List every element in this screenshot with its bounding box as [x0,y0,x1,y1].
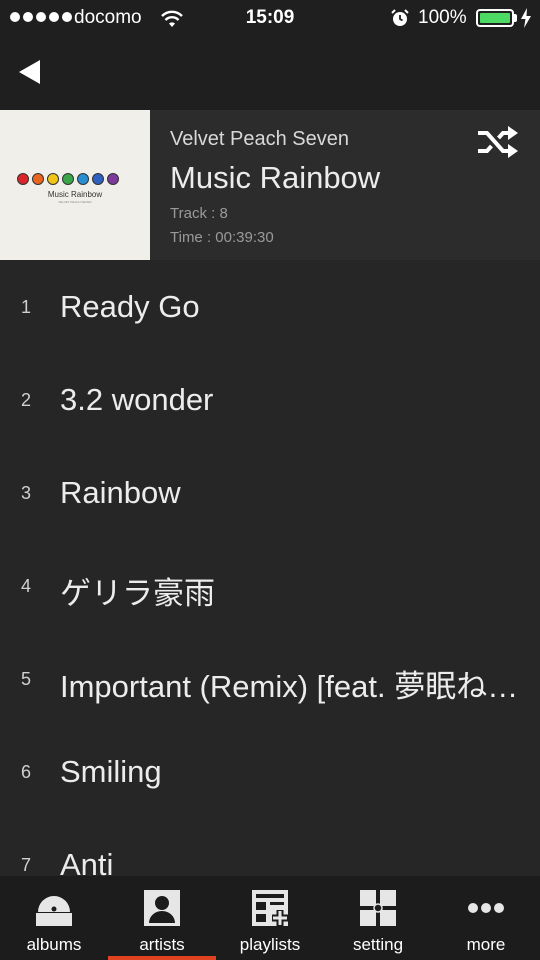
track-row[interactable]: 4 ゲリラ豪雨 [0,539,540,632]
back-button[interactable] [14,54,50,90]
track-number: 3 [20,483,31,503]
track-number: 5 [20,669,31,689]
shuffle-button[interactable] [476,124,520,160]
playlists-icon [252,890,288,926]
active-tab-indicator [108,956,216,960]
setting-icon [360,890,396,926]
cover-subtitle-text: VELVET PEACH SEVEN [58,200,92,204]
tab-label: playlists [239,935,301,954]
tab-bar: albums artists playlists setting more [0,876,540,960]
more-icon [468,903,504,913]
track-number: 6 [20,762,31,782]
tab-playlists[interactable]: playlists [216,876,324,960]
track-title: Important (Remix) [feat. 夢眠ね… [60,669,519,704]
album-cover-art: Music Rainbow VELVET PEACH SEVEN [0,110,150,260]
tab-artists[interactable]: artists [108,876,216,960]
track-row[interactable]: 6 Smiling [0,725,540,818]
artists-icon [144,890,180,926]
tab-label: albums [26,935,82,954]
tab-label: more [466,935,506,954]
battery-tip [514,14,517,22]
battery-level-fill [480,13,510,23]
tab-setting[interactable]: setting [324,876,432,960]
tab-label: setting [352,935,404,954]
track-list: 1 Ready Go 2 3.2 wonder 3 Rainbow 4 ゲリラ豪… [0,260,540,876]
album-duration: Time : 00:39:30 [170,229,274,246]
tab-albums[interactable]: albums [0,876,108,960]
navigation-bar [0,36,540,110]
track-title: ゲリラ豪雨 [60,576,215,611]
status-bar: docomo 15:09 100% [0,0,540,36]
track-number: 1 [20,297,31,317]
track-count: Track : 8 [170,205,228,222]
back-arrow-icon [19,60,40,84]
track-row[interactable]: 7 Anti [0,818,540,876]
track-row[interactable]: 2 3.2 wonder [0,353,540,446]
track-title: Smiling [60,754,162,789]
track-title: Ready Go [60,289,200,324]
track-number: 7 [20,855,31,875]
alarm-clock-icon [391,9,409,26]
track-title: Rainbow [60,475,181,510]
charging-bolt-icon [521,8,531,28]
cover-title-text: Music Rainbow [47,190,103,199]
track-row[interactable]: 1 Ready Go [0,260,540,353]
track-number: 2 [20,390,31,410]
track-title: 3.2 wonder [60,382,214,417]
battery-percentage: 100% [418,7,467,28]
track-row[interactable]: 3 Rainbow [0,446,540,539]
track-row[interactable]: 5 Important (Remix) [feat. 夢眠ね… [0,632,540,725]
album-title: Music Rainbow [170,160,381,195]
album-header: Music Rainbow VELVET PEACH SEVEN Velvet … [0,110,540,260]
albums-icon [36,896,72,926]
tab-more[interactable]: more [432,876,540,960]
shuffle-icon [478,126,518,158]
track-number: 4 [20,576,31,596]
battery-icon [476,9,514,27]
track-title: Anti [60,847,114,876]
tab-label: artists [139,935,185,954]
artist-name: Velvet Peach Seven [170,128,350,150]
cover-illustration [17,173,119,185]
